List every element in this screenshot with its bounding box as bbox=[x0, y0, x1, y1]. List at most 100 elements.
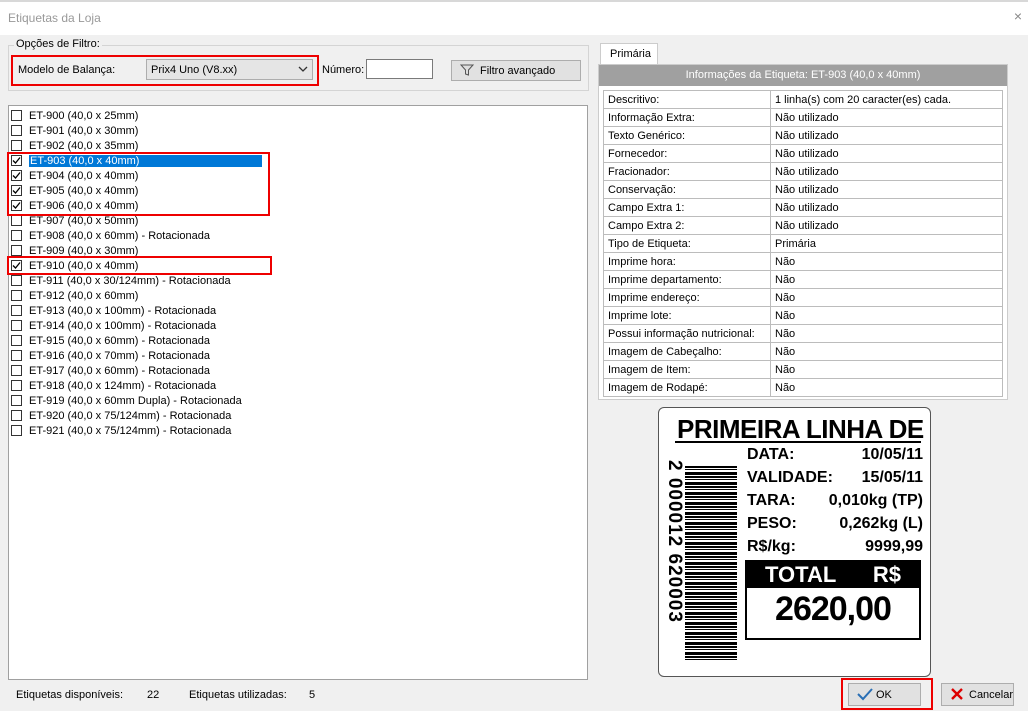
checkbox[interactable] bbox=[11, 230, 22, 241]
label-list-item-text: ET-917 (40,0 x 60mm) - Rotacionada bbox=[29, 365, 210, 377]
info-value: Não utilizado bbox=[770, 162, 1003, 181]
title-bar: Etiquetas da Loja × bbox=[0, 0, 1028, 35]
info-value: Não bbox=[770, 270, 1003, 289]
label-list-item[interactable]: ET-911 (40,0 x 30/124mm) - Rotacionada bbox=[11, 274, 271, 289]
label-list-item-text: ET-920 (40,0 x 75/124mm) - Rotacionada bbox=[29, 410, 232, 422]
advanced-filter-button[interactable]: Filtro avançado bbox=[451, 60, 581, 81]
cancel-label: Cancelar bbox=[969, 689, 1014, 701]
info-panel: Informações da Etiqueta: ET-903 (40,0 x … bbox=[598, 64, 1008, 400]
preview-field-value: 0,010kg (TP) bbox=[828, 492, 923, 509]
info-key: Imagem de Item: bbox=[603, 360, 771, 379]
label-preview: PRIMEIRA LINHA DE DE DATA:10/05/11VALIDA… bbox=[658, 407, 931, 677]
preview-total-value: 2620,00 bbox=[775, 590, 892, 628]
info-row: Descritivo: 1 linha(s) com 20 caracter(es… bbox=[603, 90, 1003, 109]
info-value: Não bbox=[770, 360, 1003, 379]
info-header: Informações da Etiqueta: ET-903 (40,0 x … bbox=[599, 65, 1007, 86]
preview-field-label: VALIDADE: bbox=[747, 469, 833, 486]
info-value: Não bbox=[770, 252, 1003, 271]
info-key: Imagem de Cabeçalho: bbox=[603, 342, 771, 361]
info-value: Não utilizado bbox=[770, 180, 1003, 199]
checkbox[interactable] bbox=[11, 245, 22, 256]
label-list-item[interactable]: ET-907 (40,0 x 50mm) bbox=[11, 214, 271, 229]
label-list-item[interactable]: ET-919 (40,0 x 60mm Dupla) - Rotacionada bbox=[11, 394, 271, 409]
checkbox[interactable] bbox=[11, 395, 22, 406]
tab-primaria[interactable]: Primária bbox=[600, 43, 658, 65]
label-list-item-text: ET-907 (40,0 x 50mm) bbox=[29, 215, 139, 227]
ok-button[interactable]: OK bbox=[848, 683, 921, 706]
label-list-item[interactable]: ET-921 (40,0 x 75/124mm) - Rotacionada bbox=[11, 424, 271, 439]
checkbox[interactable] bbox=[11, 350, 22, 361]
top-border bbox=[0, 0, 1028, 2]
label-list-item[interactable]: ET-908 (40,0 x 60mm) - Rotacionada bbox=[11, 229, 271, 244]
advanced-filter-label: Filtro avançado bbox=[480, 65, 556, 77]
info-row: Imagem de Item: Não bbox=[603, 360, 1003, 379]
info-row: Possui informação nutricional: Não bbox=[603, 324, 1003, 343]
info-row: Texto Genérico: Não utilizado bbox=[603, 126, 1003, 145]
label-list-item[interactable]: ET-918 (40,0 x 124mm) - Rotacionada bbox=[11, 379, 271, 394]
info-key: Possui informação nutricional: bbox=[603, 324, 771, 343]
info-key: Descritivo: bbox=[603, 90, 771, 109]
info-value: Não utilizado bbox=[770, 216, 1003, 235]
checkbox[interactable] bbox=[11, 275, 22, 286]
label-list-item-text: ET-913 (40,0 x 100mm) - Rotacionada bbox=[29, 305, 217, 317]
preview-field: R$/kg: 9999,99 bbox=[747, 538, 923, 556]
checkbox[interactable] bbox=[11, 320, 22, 331]
checkbox[interactable] bbox=[11, 125, 22, 136]
label-list-item[interactable]: ET-913 (40,0 x 100mm) - Rotacionada bbox=[11, 304, 271, 319]
preview-total-label: TOTAL bbox=[765, 562, 837, 587]
info-row: Imagem de Cabeçalho: Não bbox=[603, 342, 1003, 361]
available-labels-label: Etiquetas disponíveis: bbox=[16, 689, 124, 701]
cancel-x-icon bbox=[950, 687, 964, 704]
checkbox[interactable] bbox=[11, 410, 22, 421]
label-list-item-text: ET-912 (40,0 x 60mm) bbox=[29, 290, 139, 302]
info-row: Imagem de Rodapé: Não bbox=[603, 378, 1003, 397]
checkbox[interactable] bbox=[11, 140, 22, 151]
label-list-item[interactable]: ET-900 (40,0 x 25mm) bbox=[11, 109, 271, 124]
preview-field-label: TARA: bbox=[747, 492, 796, 509]
info-value: Não bbox=[770, 378, 1003, 397]
checkbox[interactable] bbox=[11, 335, 22, 346]
checkbox[interactable] bbox=[11, 290, 22, 301]
checkbox[interactable] bbox=[11, 425, 22, 436]
preview-field: DATA: 10/05/11 bbox=[747, 446, 923, 464]
info-value: 1 linha(s) com 20 caracter(es) cada. bbox=[770, 90, 1003, 109]
label-list-item[interactable]: ET-912 (40,0 x 60mm) bbox=[11, 289, 271, 304]
cancel-button[interactable]: Cancelar bbox=[941, 683, 1014, 706]
preview-total-currency: R$ bbox=[872, 562, 901, 587]
preview-field-label: PESO: bbox=[747, 515, 797, 532]
label-list-item[interactable]: ET-920 (40,0 x 75/124mm) - Rotacionada bbox=[11, 409, 271, 424]
label-list-item[interactable]: ET-917 (40,0 x 60mm) - Rotacionada bbox=[11, 364, 271, 379]
info-row: Campo Extra 1: Não utilizado bbox=[603, 198, 1003, 217]
info-row: Tipo de Etiqueta: Primária bbox=[603, 234, 1003, 253]
info-row: Campo Extra 2: Não utilizado bbox=[603, 216, 1003, 235]
annotation-box-scale bbox=[11, 55, 319, 86]
info-table: Descritivo: 1 linha(s) com 20 caracter(es… bbox=[603, 90, 1003, 397]
label-list-item[interactable]: ET-914 (40,0 x 100mm) - Rotacionada bbox=[11, 319, 271, 334]
label-list-item[interactable]: ET-901 (40,0 x 30mm) bbox=[11, 124, 271, 139]
info-row: Imprime departamento: Não bbox=[603, 270, 1003, 289]
preview-field: VALIDADE: 15/05/11 bbox=[747, 469, 923, 487]
checkbox[interactable] bbox=[11, 110, 22, 121]
checkbox[interactable] bbox=[11, 365, 22, 376]
preview-field-label: R$/kg: bbox=[747, 538, 796, 555]
available-labels-value: 22 bbox=[147, 689, 160, 701]
checkbox[interactable] bbox=[11, 215, 22, 226]
label-list-item-text: ET-901 (40,0 x 30mm) bbox=[29, 125, 139, 137]
info-key: Imprime departamento: bbox=[603, 270, 771, 289]
info-value: Não bbox=[770, 288, 1003, 307]
label-list-item[interactable]: ET-916 (40,0 x 70mm) - Rotacionada bbox=[11, 349, 271, 364]
label-list-item-text: ET-914 (40,0 x 100mm) - Rotacionada bbox=[29, 320, 217, 332]
label-list-item[interactable]: ET-915 (40,0 x 60mm) - Rotacionada bbox=[11, 334, 271, 349]
preview-field: TARA: 0,010kg (TP) bbox=[747, 492, 923, 510]
info-value: Primária bbox=[770, 234, 1003, 253]
info-key: Imagem de Rodapé: bbox=[603, 378, 771, 397]
checkbox[interactable] bbox=[11, 380, 22, 391]
numero-input[interactable] bbox=[366, 59, 433, 79]
used-labels-value: 5 bbox=[309, 689, 316, 701]
label-list-item-text: ET-921 (40,0 x 75/124mm) - Rotacionada bbox=[29, 425, 232, 437]
checkbox[interactable] bbox=[11, 305, 22, 316]
label-list-item-text: ET-918 (40,0 x 124mm) - Rotacionada bbox=[29, 380, 217, 392]
label-list-item-text: ET-911 (40,0 x 30/124mm) - Rotacionada bbox=[29, 275, 231, 287]
close-icon[interactable]: × bbox=[1014, 8, 1022, 24]
preview-ean-digits: 2 000012 620003 bbox=[664, 460, 685, 623]
